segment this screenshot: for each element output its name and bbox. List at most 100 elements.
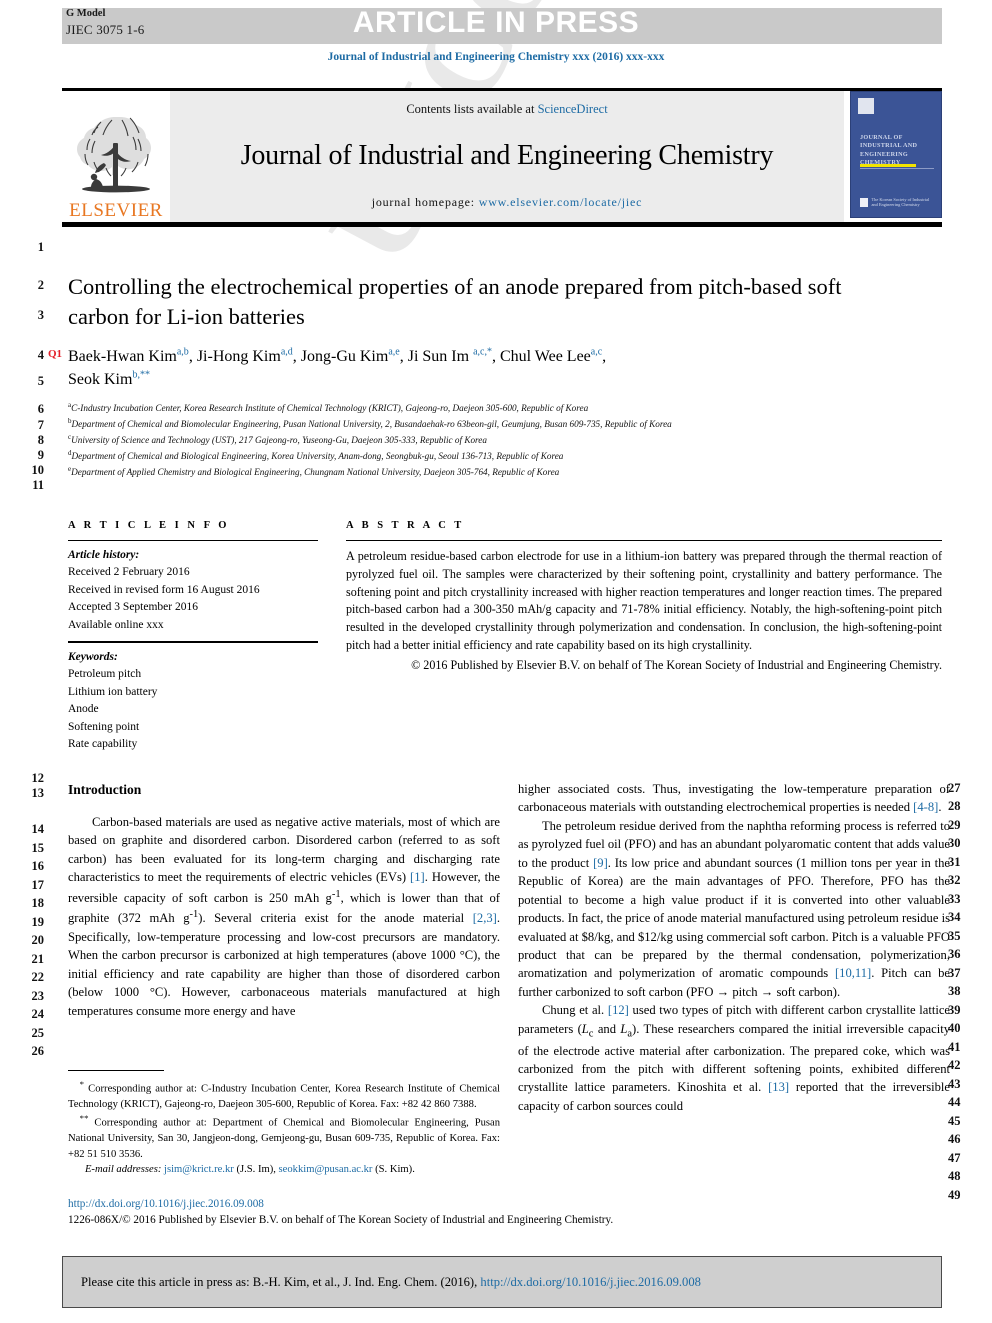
abstract-copyright: © 2016 Published by Elsevier B.V. on beh… (411, 657, 942, 672)
keyword-item: Anode (68, 703, 99, 716)
journal-title: Journal of Industrial and Engineering Ch… (240, 140, 774, 171)
footnote-text: Corresponding author at: C-Industry Incu… (68, 1083, 500, 1110)
doi-block: http://dx.doi.org/10.1016/j.jiec.2016.09… (68, 1196, 688, 1228)
cover-divider (860, 168, 934, 169)
doi-link[interactable]: http://dx.doi.org/10.1016/j.jiec.2016.09… (68, 1196, 688, 1212)
keyword-item: Softening point (68, 720, 140, 733)
query-tag-q1[interactable]: Q1 (48, 348, 62, 360)
cover-society-text: The Korean Society of Industrial and Eng… (871, 196, 930, 208)
line-number: 47 (948, 1151, 961, 1165)
body-column-left: Introduction Carbon-based materials are … (68, 780, 500, 1020)
citation-ref[interactable]: [12] (608, 1003, 629, 1017)
paragraph-part: higher associated costs. Thus, investiga… (518, 782, 950, 815)
article-history-block: Article history: Received 2 February 201… (68, 541, 318, 641)
line-number: 15 (31, 841, 45, 855)
page-title: Controlling the electrochemical properti… (68, 274, 842, 330)
line-number: 16 (31, 859, 45, 873)
line-number: 35 (948, 929, 961, 943)
cite-text-wrapper: Please cite this article in press as: B.… (63, 1275, 701, 1290)
line-number: 49 (948, 1188, 961, 1202)
footnote-mark: * (79, 1079, 85, 1089)
author-name: Ji-Hong Kim (196, 348, 281, 366)
footnote-mark: ** (79, 1113, 89, 1124)
line-number: 7 (37, 418, 44, 432)
line-number: 27 (948, 781, 961, 795)
homepage-label: journal homepage: (371, 195, 479, 209)
keyword-item: Rate capability (68, 738, 138, 751)
paragraph-part: . (938, 800, 942, 815)
author-name: Baek-Hwan Kim (68, 348, 177, 366)
homepage-url[interactable]: www.elsevier.com/locate/jiec (479, 195, 643, 209)
email-owner-2: (S. Kim) (375, 1163, 413, 1175)
keyword-item: Petroleum pitch (68, 668, 142, 681)
elsevier-logo: ELSEVIER (62, 91, 170, 222)
masthead-cover-slot: Journal of Industrial and Engineering Ch… (844, 91, 942, 222)
sciencedirect-link[interactable]: ScienceDirect (538, 102, 608, 116)
keyword-item: Lithium ion battery (68, 685, 158, 698)
keywords-label: Keywords: (68, 650, 118, 663)
paragraph-part: ). Several criteria exist for the anode … (198, 911, 473, 926)
line-number: 8 (37, 433, 44, 447)
citation-ref[interactable]: [10,11] (835, 966, 871, 980)
line-number: 22 (31, 970, 45, 984)
running-head: Journal of Industrial and Engineering Ch… (327, 51, 665, 63)
author-affil-mark: a,b (176, 346, 189, 358)
line-number: 38 (948, 984, 961, 998)
affiliation-text: Department of Chemical and Biological En… (71, 450, 564, 461)
author-list: Baek-Hwan Kima,b, Ji-Hong Kima,d, Jong-G… (68, 346, 607, 389)
email-link-2[interactable]: seokkim@pusan.ac.kr (279, 1164, 373, 1175)
footnote-item: * Corresponding author at: C-Industry In… (68, 1078, 500, 1112)
paragraph-part: Chung et al. (541, 1003, 608, 1018)
line-number: 46 (948, 1132, 961, 1146)
cite-text: Please cite this article in press as: B.… (81, 1274, 481, 1289)
affiliation-item: eDepartment of Applied Chemistry and Bio… (68, 464, 878, 480)
paragraph: Carbon-based materials are used as negat… (68, 813, 500, 1020)
line-number: 5 (37, 374, 44, 388)
affiliation-text: Department of Chemical and Biomolecular … (71, 419, 672, 430)
line-number: 48 (948, 1169, 961, 1183)
cite-doi-link[interactable]: http://dx.doi.org/10.1016/j.jiec.2016.09… (480, 1275, 701, 1289)
line-number: 34 (948, 910, 961, 924)
citation-ref[interactable]: [2,3] (473, 911, 497, 925)
line-number: 26 (31, 1044, 45, 1058)
affiliation-text: University of Science and Technology (US… (71, 435, 487, 445)
line-number: 40 (948, 1021, 961, 1035)
author-affil-mark: a,c,* (473, 346, 492, 358)
keywords-block: Keywords: Petroleum pitch Lithium ion ba… (68, 643, 318, 761)
footnote-rule (68, 1070, 164, 1071)
line-number: 2 (37, 278, 44, 292)
citation-ref[interactable]: [4-8] (913, 800, 938, 814)
line-number: 42 (948, 1058, 961, 1072)
line-number: 17 (31, 878, 45, 892)
citation-ref[interactable]: [9] (593, 856, 608, 870)
masthead-center: Contents lists available at ScienceDirec… (170, 91, 844, 222)
citation-ref[interactable]: [1] (410, 870, 425, 884)
line-number: 37 (948, 966, 961, 980)
footnote-block: * Corresponding author at: C-Industry In… (68, 1078, 500, 1177)
email-owner-1: (J.S. Im) (236, 1163, 274, 1175)
abstract-text: A petroleum residue-based carbon electro… (346, 549, 942, 652)
line-number: 13 (31, 786, 45, 800)
line-number: 29 (948, 818, 961, 832)
line-number: 28 (948, 799, 961, 813)
line-number: 32 (948, 873, 961, 887)
affiliation-item: cUniversity of Science and Technology (U… (68, 432, 878, 448)
line-number: 43 (948, 1077, 961, 1091)
affiliation-item: dDepartment of Chemical and Biological E… (68, 448, 878, 464)
author-affil-mark: b,** (132, 370, 150, 382)
author-name: Ji Sun Im (407, 348, 470, 366)
line-number: 6 (37, 402, 44, 416)
citation-ref[interactable]: [13] (768, 1080, 789, 1094)
footnote-text: Corresponding author at: Department of C… (68, 1117, 500, 1160)
line-number: 11 (32, 478, 44, 492)
society-logo-icon (860, 197, 869, 207)
line-number: 24 (31, 1007, 45, 1021)
journal-homepage-line: journal homepage: www.elsevier.com/locat… (372, 195, 643, 210)
footnote-emails: E-mail addresses: jsim@krict.re.kr (J.S.… (84, 1163, 415, 1175)
cover-society-block: The Korean Society of Industrial and Eng… (860, 197, 936, 208)
author-affil-mark: a,c (590, 346, 603, 358)
line-number: 39 (948, 1003, 961, 1017)
line-number: 41 (948, 1040, 961, 1054)
cover-accent-bar (860, 164, 916, 167)
email-link-1[interactable]: jsim@krict.re.kr (164, 1164, 234, 1175)
